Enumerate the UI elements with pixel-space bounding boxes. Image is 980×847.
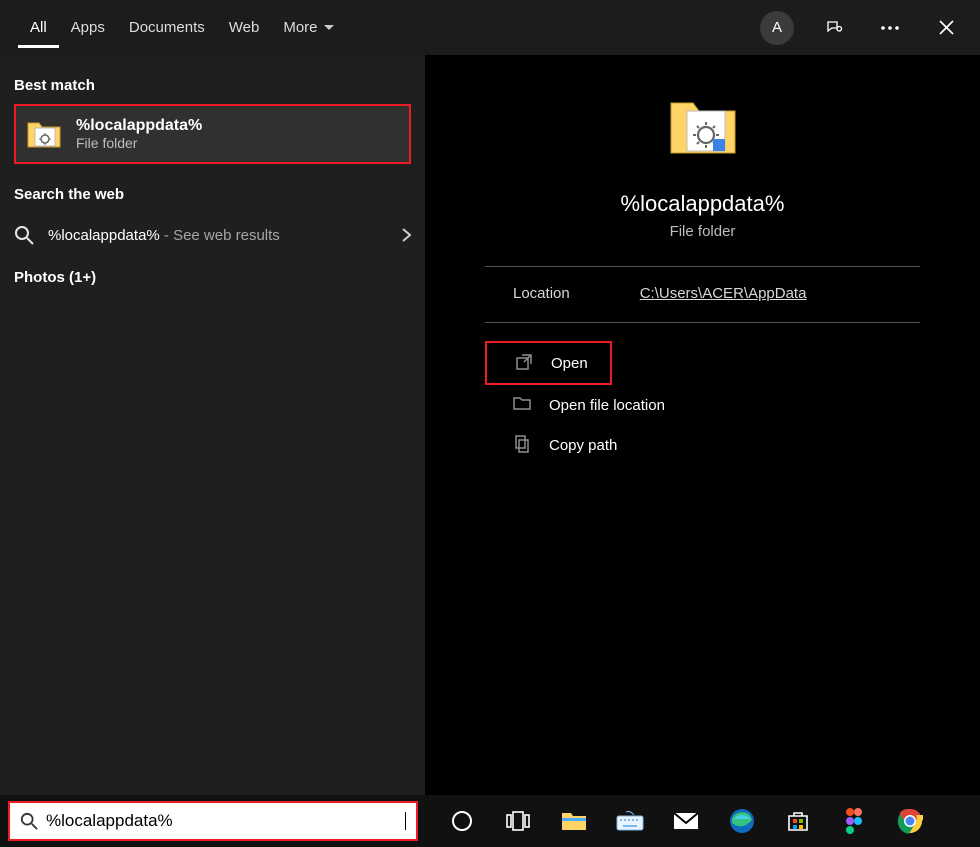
location-path-link[interactable]: C:\Users\ACER\AppData bbox=[640, 285, 807, 302]
close-icon[interactable] bbox=[930, 12, 962, 44]
preview-title: %localappdata% bbox=[621, 191, 785, 217]
action-copy-path-label: Copy path bbox=[549, 437, 617, 454]
text-caret bbox=[405, 812, 406, 830]
taskbar bbox=[0, 795, 980, 847]
chevron-right-icon bbox=[402, 228, 411, 242]
best-match-subtitle: File folder bbox=[76, 135, 202, 151]
search-icon bbox=[14, 225, 34, 245]
open-icon bbox=[515, 353, 535, 373]
more-options-icon[interactable] bbox=[874, 12, 906, 44]
tab-apps[interactable]: Apps bbox=[59, 7, 117, 48]
folder-outline-icon bbox=[513, 395, 533, 415]
cortana-icon[interactable] bbox=[448, 807, 476, 835]
search-tabs-bar: All Apps Documents Web More A bbox=[0, 0, 980, 55]
user-avatar[interactable]: A bbox=[760, 11, 794, 45]
divider bbox=[485, 266, 920, 267]
tab-all[interactable]: All bbox=[18, 7, 59, 48]
best-match-title: %localappdata% bbox=[76, 117, 202, 135]
keyboard-icon[interactable] bbox=[616, 807, 644, 835]
microsoft-store-icon[interactable] bbox=[784, 807, 812, 835]
preview-subtitle: File folder bbox=[670, 223, 736, 240]
chevron-down-icon bbox=[324, 25, 334, 31]
figma-icon[interactable] bbox=[840, 807, 868, 835]
chrome-icon[interactable] bbox=[896, 807, 924, 835]
tab-web[interactable]: Web bbox=[217, 7, 272, 48]
best-match-heading: Best match bbox=[0, 65, 425, 100]
avatar-letter: A bbox=[772, 19, 782, 36]
task-view-icon[interactable] bbox=[504, 807, 532, 835]
action-open-location-label: Open file location bbox=[549, 397, 665, 414]
search-icon bbox=[20, 812, 38, 830]
action-open-file-location[interactable]: Open file location bbox=[485, 385, 920, 425]
file-explorer-icon[interactable] bbox=[560, 807, 588, 835]
search-input[interactable] bbox=[46, 811, 396, 831]
web-result-query: %localappdata% bbox=[48, 227, 160, 244]
action-open-label: Open bbox=[551, 355, 588, 372]
tab-documents[interactable]: Documents bbox=[117, 7, 217, 48]
search-web-heading: Search the web bbox=[0, 174, 425, 209]
photos-heading[interactable]: Photos (1+) bbox=[0, 257, 425, 292]
tab-more[interactable]: More bbox=[271, 7, 345, 48]
web-search-result[interactable]: %localappdata% - See web results bbox=[0, 213, 425, 257]
taskbar-search-box[interactable] bbox=[8, 801, 418, 841]
preview-folder-icon bbox=[667, 95, 739, 167]
tab-more-label: More bbox=[283, 19, 317, 36]
action-copy-path[interactable]: Copy path bbox=[485, 425, 920, 465]
folder-icon bbox=[26, 116, 62, 152]
feedback-icon[interactable] bbox=[818, 12, 850, 44]
results-pane: Best match %localappdata% File folder Se… bbox=[0, 55, 425, 795]
web-result-suffix: - See web results bbox=[160, 227, 280, 244]
action-open[interactable]: Open bbox=[485, 341, 612, 385]
divider bbox=[485, 322, 920, 323]
preview-pane: %localappdata% File folder Location C:\U… bbox=[425, 55, 980, 795]
edge-browser-icon[interactable] bbox=[728, 807, 756, 835]
web-result-text: %localappdata% - See web results bbox=[48, 227, 280, 244]
copy-icon bbox=[513, 435, 533, 455]
location-label: Location bbox=[513, 285, 570, 302]
best-match-result[interactable]: %localappdata% File folder bbox=[14, 104, 411, 164]
mail-icon[interactable] bbox=[672, 807, 700, 835]
